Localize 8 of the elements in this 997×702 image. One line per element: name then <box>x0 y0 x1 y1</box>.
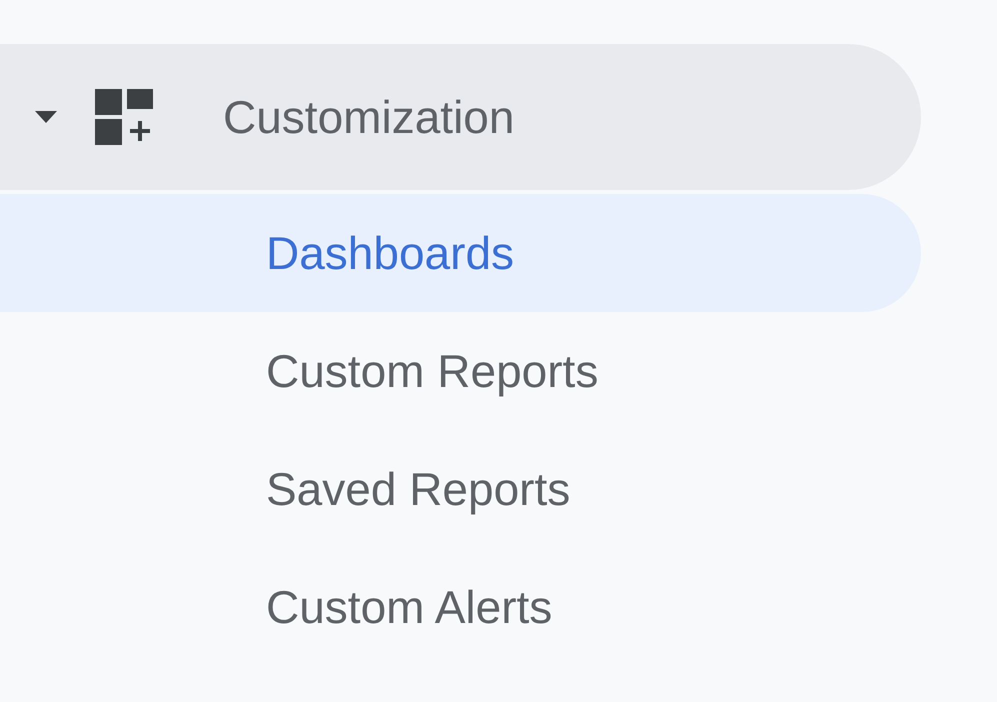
nav-item[interactable]: Custom Reports <box>0 312 921 430</box>
section-header[interactable]: Customization <box>0 44 921 190</box>
nav-item[interactable]: Custom Alerts <box>0 548 921 666</box>
dashboard-add-icon <box>95 89 153 145</box>
nav-item[interactable]: Dashboards <box>0 194 921 312</box>
caret-icon <box>35 111 57 123</box>
nav-item[interactable]: Saved Reports <box>0 430 921 548</box>
section-title: Customization <box>223 90 514 144</box>
